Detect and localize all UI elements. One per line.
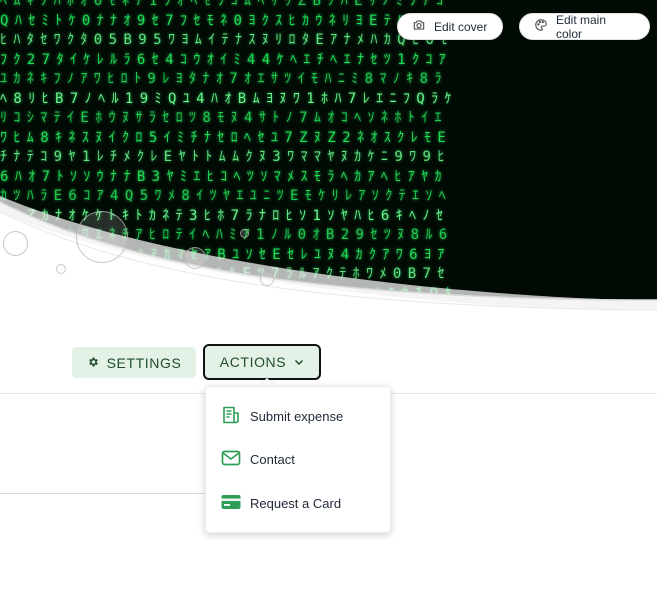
menu-item-label: Submit expense — [250, 408, 344, 424]
edit-cover-button[interactable]: Edit cover — [397, 13, 503, 40]
cover-image: ﾍﾑｷｿﾊﾎｵ6ﾓﾈﾁ1ﾗｵﾍｾﾗｺﾑﾍｻｳZBｸﾊEｻﾉﾐﾗﾁｺ Qﾊｾﾐﾄｹ0… — [0, 0, 657, 320]
menu-item-request-card[interactable]: Request a Card — [206, 483, 390, 523]
edit-main-color-label: Edit main color — [556, 12, 607, 41]
decorative-bubble — [56, 264, 66, 274]
decorative-bubble — [240, 229, 249, 238]
decorative-bubble — [260, 272, 274, 286]
actions-menu: Submit expense Contact Request a Card — [205, 386, 391, 533]
menu-item-label: Contact — [250, 451, 295, 467]
menu-item-contact[interactable]: Contact — [206, 439, 390, 479]
collective-page: ﾍﾑｷｿﾊﾎｵ6ﾓﾈﾁ1ﾗｵﾍｾﾗｺﾑﾍｻｳZBｸﾊEｻﾉﾐﾗﾁｺ Qﾊｾﾐﾄｹ0… — [0, 0, 657, 610]
cover-wave-divider — [0, 196, 657, 320]
gear-icon — [87, 355, 99, 371]
edit-cover-label: Edit cover — [434, 19, 488, 34]
camera-icon — [412, 18, 426, 35]
credit-card-icon — [221, 492, 241, 515]
menu-item-submit-expense[interactable]: Submit expense — [206, 396, 390, 436]
chevron-down-icon — [294, 354, 304, 370]
actions-label: ACTIONS — [219, 354, 287, 370]
decorative-bubble — [3, 231, 28, 256]
receipt-icon — [221, 405, 241, 428]
collective-navbar: SETTINGS ACTIONS — [0, 332, 657, 394]
menu-item-label: Request a Card — [250, 495, 342, 511]
settings-label: SETTINGS — [106, 354, 182, 371]
envelope-icon — [221, 448, 241, 471]
actions-dropdown-button[interactable]: ACTIONS — [203, 344, 321, 380]
settings-button[interactable]: SETTINGS — [72, 347, 196, 378]
decorative-bubble — [76, 211, 128, 263]
palette-icon — [534, 18, 548, 35]
decorative-bubble — [184, 247, 206, 269]
edit-main-color-button[interactable]: Edit main color — [519, 12, 650, 41]
